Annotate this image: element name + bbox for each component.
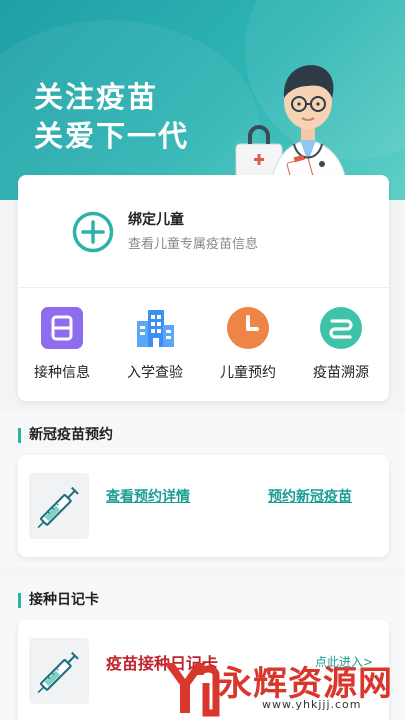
bind-child-row[interactable]: 绑定儿童 查看儿童专属疫苗信息 bbox=[18, 175, 389, 287]
feature-label: 入学查验 bbox=[127, 365, 183, 381]
record-icon bbox=[41, 307, 83, 349]
feature-label: 儿童预约 bbox=[220, 365, 276, 381]
book-covid-vaccine-link[interactable]: 预约新冠疫苗 bbox=[268, 486, 352, 506]
feature-vaccination-info[interactable]: 接种信息 bbox=[22, 307, 102, 387]
feature-label: 疫苗溯源 bbox=[313, 365, 369, 381]
bind-child-title: 绑定儿童 bbox=[128, 212, 184, 228]
hero-banner: 关注疫苗 关爱下一代 bbox=[0, 0, 405, 200]
feature-vaccine-trace[interactable]: 疫苗溯源 bbox=[301, 307, 381, 387]
syringe-icon bbox=[37, 651, 79, 694]
plus-circle-icon bbox=[72, 211, 114, 253]
syringe-icon bbox=[37, 486, 79, 529]
clock-icon bbox=[227, 307, 269, 349]
syringe-thumbnail bbox=[29, 473, 89, 539]
hero-title-line1: 关注疫苗 bbox=[34, 80, 159, 114]
diary-section-title: 接种日记卡 bbox=[18, 593, 99, 608]
watermark-url: www.yhkjjj.com bbox=[262, 698, 362, 711]
feature-school-check[interactable]: 入学查验 bbox=[115, 307, 195, 387]
covid-card: 查看预约详情 预约新冠疫苗 bbox=[18, 455, 389, 557]
divider bbox=[18, 287, 389, 288]
covid-section-title: 新冠疫苗预约 bbox=[18, 428, 113, 443]
bind-child-subtitle: 查看儿童专属疫苗信息 bbox=[128, 237, 259, 252]
building-icon bbox=[137, 310, 174, 347]
hero-title-line2: 关爱下一代 bbox=[34, 119, 190, 153]
syringe-thumbnail bbox=[29, 638, 89, 704]
feature-label: 接种信息 bbox=[34, 365, 90, 381]
trace-icon bbox=[320, 307, 362, 349]
view-appointment-details-link[interactable]: 查看预约详情 bbox=[106, 486, 190, 506]
main-card: 绑定儿童 查看儿童专属疫苗信息 接种信息 入学查验 儿童预约 疫苗溯源 bbox=[18, 175, 389, 401]
feature-child-appointment[interactable]: 儿童预约 bbox=[208, 307, 288, 387]
